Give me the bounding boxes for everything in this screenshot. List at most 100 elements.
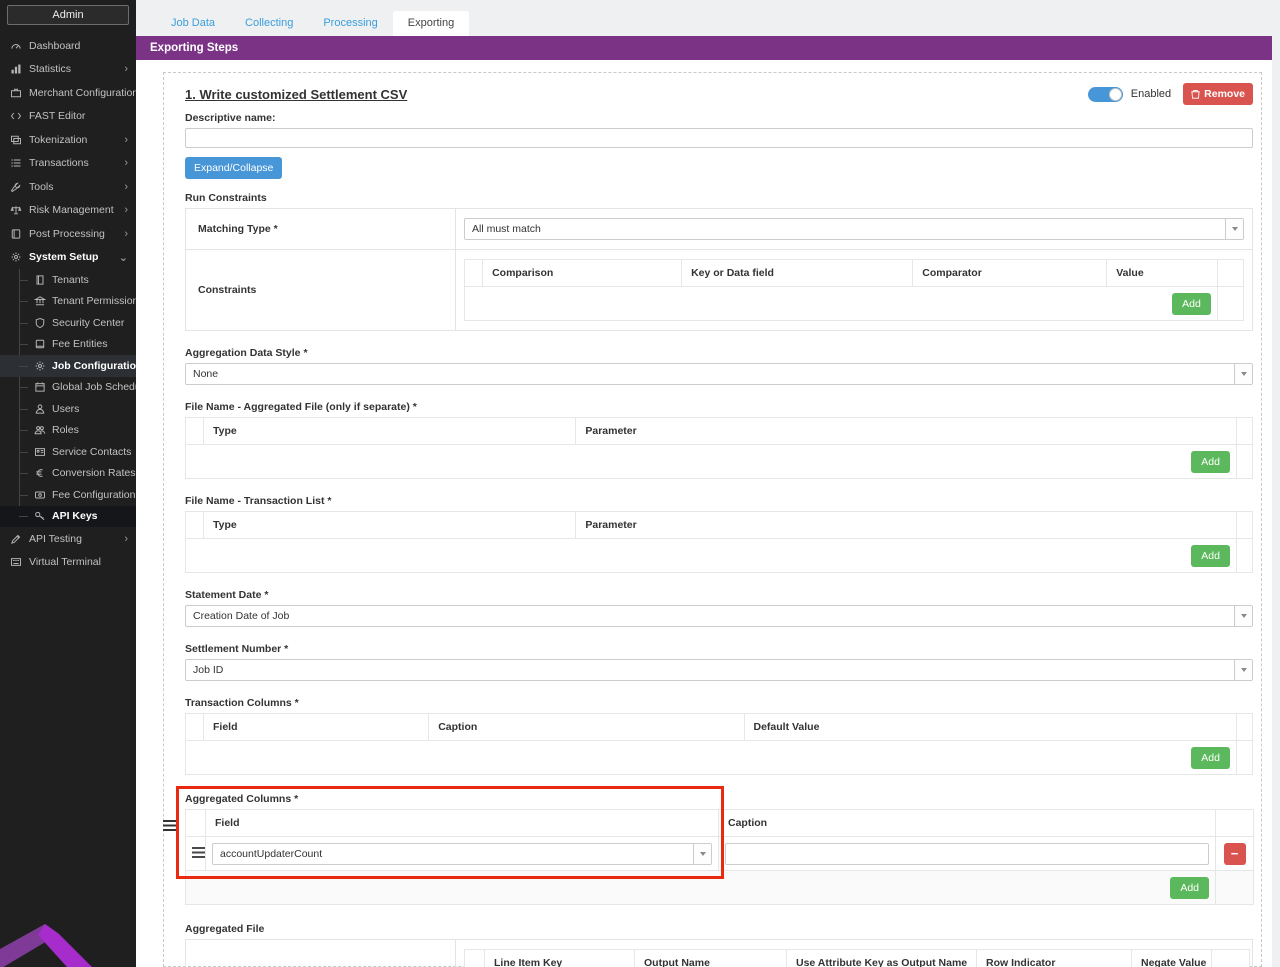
api-testing-icon <box>10 533 22 545</box>
transactions-icon <box>10 157 22 169</box>
sidebar-item-merchant-configuration[interactable]: Merchant Configuration › <box>0 81 136 105</box>
col-header: Output Name <box>634 949 787 967</box>
statistics-icon <box>10 63 22 75</box>
col-header: Value <box>1106 259 1218 287</box>
chevron-right-icon: › <box>124 532 128 545</box>
file-name-transaction-label: File Name - Transaction List * <box>185 495 332 507</box>
col-header: Key or Data field <box>681 259 914 287</box>
chevron-down-icon: ⌄ <box>118 251 128 264</box>
sidebar-item-virtual-terminal[interactable]: Virtual Terminal <box>0 551 136 575</box>
aggregated-column-remove-button[interactable]: − <box>1223 842 1246 865</box>
sidebar-item-label: API Keys <box>52 510 98 523</box>
aggregated-column-field-value: accountUpdaterCount <box>220 847 323 860</box>
sidebar-item-security-center[interactable]: Security Center <box>0 312 136 334</box>
sidebar-item-fee-configuration[interactable]: Fee Configuration <box>0 484 136 506</box>
tab-collecting[interactable]: Collecting <box>230 11 308 36</box>
enabled-toggle[interactable] <box>1087 86 1123 102</box>
conversion-rates-icon <box>34 467 46 479</box>
sidebar-item-fast-editor[interactable]: FAST Editor <box>0 105 136 129</box>
sidebar-item-job-configuration[interactable]: Job Configuration <box>0 355 136 377</box>
sidebar-item-label: Service Contacts <box>52 445 132 458</box>
sidebar-item-api-testing[interactable]: API Testing › <box>0 527 136 551</box>
statement-date-select[interactable]: Creation Date of Job <box>185 605 1253 627</box>
aggregated-column-field-select[interactable]: accountUpdaterCount <box>212 842 712 865</box>
file-name-transaction-add-button[interactable]: Add <box>1191 544 1230 567</box>
sidebar-item-risk-management[interactable]: Risk Management › <box>0 199 136 223</box>
col-header: Caption <box>428 713 745 741</box>
sidebar-item-label: Tools <box>29 180 54 193</box>
settlement-number-value: Job ID <box>193 664 224 676</box>
sidebar-item-api-keys[interactable]: API Keys <box>0 505 136 527</box>
risk-management-icon <box>10 204 22 216</box>
aggregated-columns-grid: Field Caption accountUpdaterCount − Add <box>185 809 1254 905</box>
col-header: Field <box>205 809 719 837</box>
select-caret-icon <box>1234 660 1252 680</box>
drag-handle-icon[interactable] <box>192 846 205 858</box>
sidebar-item-system-setup[interactable]: System Setup ⌄ <box>0 246 136 270</box>
col-header: Parameter <box>575 511 1237 539</box>
file-name-aggregated-label: File Name - Aggregated File (only if sep… <box>185 401 417 413</box>
sidebar-item-label: Tenants <box>52 273 89 286</box>
aggregation-data-style-label: Aggregation Data Style * <box>185 347 308 359</box>
aggregated-file-label: Aggregated File <box>185 923 265 935</box>
section-drag-handle[interactable] <box>163 818 176 836</box>
sidebar-item-label: Tenant Permissions <box>52 295 136 308</box>
col-header: Line Item Key <box>484 949 635 967</box>
transaction-columns-add-button[interactable]: Add <box>1191 746 1230 769</box>
matching-type-label: Matching Type * <box>186 209 456 249</box>
constraints-add-button[interactable]: Add <box>1172 292 1211 315</box>
sidebar-item-service-contacts[interactable]: Service Contacts <box>0 441 136 463</box>
constraints-label: Constraints <box>186 249 456 330</box>
post-processing-icon <box>10 228 22 240</box>
chevron-right-icon: › <box>124 204 128 217</box>
tab-exporting[interactable]: Exporting <box>392 11 470 36</box>
aggregation-data-style-select[interactable]: None <box>185 363 1253 385</box>
page: Admin Dashboard Statistics › Merchant Co… <box>0 0 1280 967</box>
sidebar-item-tokenization[interactable]: Tokenization › <box>0 128 136 152</box>
admin-brand-button[interactable]: Admin <box>7 5 129 25</box>
sidebar-item-conversion-rates[interactable]: Conversion Rates <box>0 463 136 485</box>
toggle-knob <box>1108 87 1122 101</box>
remove-button[interactable]: Remove <box>1183 83 1253 105</box>
sidebar-item-label: Users <box>52 402 80 415</box>
file-name-aggregated-add-button[interactable]: Add <box>1191 450 1230 473</box>
brand-decoration <box>0 924 92 967</box>
tenants-icon <box>34 274 46 286</box>
users-icon <box>34 403 46 415</box>
matching-type-select[interactable]: All must match <box>464 218 1244 240</box>
run-constraints-label: Run Constraints <box>185 192 267 204</box>
sidebar-item-label: Transactions <box>29 157 89 170</box>
sidebar-item-transactions[interactable]: Transactions › <box>0 152 136 176</box>
sidebar-item-dashboard[interactable]: Dashboard <box>0 34 136 58</box>
col-header: Negate Value <box>1131 949 1212 967</box>
col-header: Comparison <box>482 259 683 287</box>
sidebar-item-tenants[interactable]: Tenants <box>0 269 136 291</box>
select-caret-icon <box>1234 364 1252 384</box>
line-item-keys-label: Line Item Keys <box>186 940 456 967</box>
sidebar-item-fee-entities[interactable]: Fee Entities <box>0 334 136 356</box>
descriptive-name-input[interactable] <box>185 128 1253 148</box>
expand-collapse-button[interactable]: Expand/Collapse <box>185 157 283 179</box>
sidebar-item-tools[interactable]: Tools › <box>0 175 136 199</box>
virtual-terminal-icon <box>10 556 22 568</box>
col-header: Use Attribute Key as Output Name <box>786 949 977 967</box>
sidebar-item-label: Merchant Configuration <box>29 86 136 99</box>
tokenization-icon <box>10 134 22 146</box>
sidebar-item-roles[interactable]: Roles <box>0 420 136 442</box>
sidebar-item-post-processing[interactable]: Post Processing › <box>0 222 136 246</box>
sidebar-item-label: FAST Editor <box>29 110 86 123</box>
sidebar-item-global-job-schedules[interactable]: Global Job Schedules <box>0 377 136 399</box>
tab-processing[interactable]: Processing <box>308 11 392 36</box>
fast-editor-icon <box>10 110 22 122</box>
file-name-aggregated-grid: Type Parameter Add <box>184 417 1254 479</box>
aggregated-column-caption-input[interactable] <box>725 842 1209 865</box>
fee-configuration-icon <box>34 489 46 501</box>
sidebar-item-users[interactable]: Users <box>0 398 136 420</box>
sidebar-item-statistics[interactable]: Statistics › <box>0 58 136 82</box>
sidebar-item-label: Job Configuration <box>52 359 136 372</box>
aggregated-columns-add-button[interactable]: Add <box>1170 876 1209 899</box>
step-title[interactable]: 1. Write customized Settlement CSV <box>185 87 407 102</box>
tab-job-data[interactable]: Job Data <box>156 11 230 36</box>
settlement-number-select[interactable]: Job ID <box>185 659 1253 681</box>
sidebar-item-tenant-permissions[interactable]: Tenant Permissions <box>0 291 136 313</box>
